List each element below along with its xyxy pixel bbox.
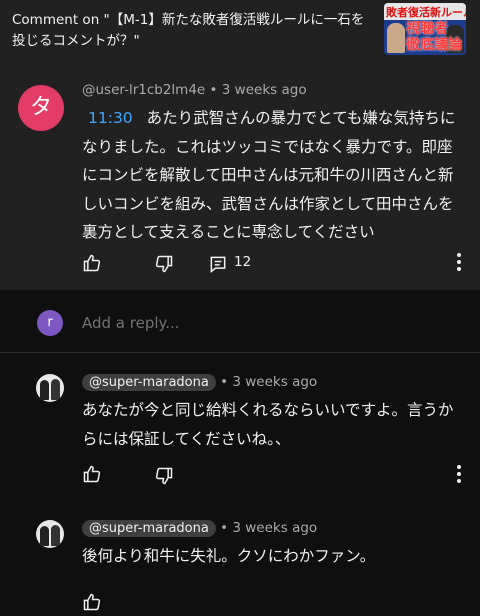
reply-author[interactable]: @super-maradona	[82, 374, 216, 391]
main-comment: タ @user-lr1cb2lm4e • 3 weeks ago 11:30 あた…	[0, 60, 480, 290]
avatar[interactable]	[36, 520, 64, 548]
reply-meta: @super-maradona • 3 weeks ago	[82, 374, 317, 391]
comment-time: 3 weeks ago	[221, 82, 307, 98]
comment-actions: 12	[82, 252, 472, 276]
reply-text: あなたが今と同じ給料くれるならいいですよ。言うからには保証してくださいね。、	[82, 401, 454, 448]
avatar: r	[37, 310, 63, 336]
avatar[interactable]: タ	[18, 85, 64, 131]
avatar[interactable]	[36, 374, 64, 402]
thumbs-up-icon[interactable]	[82, 253, 102, 273]
comment-header: Comment on "【M-1】新たな敗者復活戦ルールに一石を投じるコメントが…	[0, 0, 480, 60]
thumbs-up-icon[interactable]	[82, 464, 102, 484]
reply-time: 3 weeks ago	[232, 374, 318, 390]
comment-body: 11:30 あたり武智さんの暴力でとても嫌な気持ちになりました。これはツッコミでは…	[82, 104, 462, 247]
meta-separator: •	[220, 374, 233, 390]
thumbnail-main-text-1: 視聴者	[406, 21, 448, 37]
comment-meta: @user-lr1cb2lm4e • 3 weeks ago	[82, 82, 307, 98]
timestamp-link[interactable]: 11:30	[88, 109, 133, 127]
thumbnail-main-text: 視聴者 徹底議論	[406, 21, 462, 53]
thumbs-up-icon[interactable]	[82, 592, 102, 612]
add-reply-input[interactable]: Add a reply...	[82, 314, 180, 332]
reply-item: @super-maradona • 3 weeks ago あなたが今と同じ給料…	[0, 374, 480, 494]
reply-count[interactable]: 12	[234, 254, 251, 270]
thumbs-down-icon[interactable]	[154, 254, 174, 274]
reply-icon[interactable]	[208, 254, 228, 274]
header-title: Comment on "【M-1】新たな敗者復活戦ルールに一石を投じるコメントが…	[12, 12, 365, 49]
more-options-icon[interactable]	[456, 253, 462, 271]
divider	[0, 352, 480, 353]
reply-actions	[82, 464, 472, 488]
reply-box: r Add a reply...	[0, 300, 480, 350]
video-thumbnail[interactable]: 敗者復活新ルール 視聴者 徹底議論	[384, 3, 466, 55]
reply-time: 3 weeks ago	[232, 520, 318, 536]
thumbnail-main-text-2: 徹底議論	[406, 37, 462, 53]
thumbs-down-icon[interactable]	[154, 466, 174, 486]
thumbnail-person	[387, 23, 405, 53]
comment-text: あたり武智さんの暴力でとても嫌な気持ちになりました。これはツッコミではなく暴力で…	[82, 109, 456, 241]
meta-separator: •	[209, 82, 222, 98]
thumbnail-top-text: 敗者復活新ルール	[386, 6, 466, 19]
comment-author[interactable]: @user-lr1cb2lm4e	[82, 82, 205, 98]
reply-actions	[82, 592, 472, 616]
reply-meta: @super-maradona • 3 weeks ago	[82, 520, 317, 537]
reply-author[interactable]: @super-maradona	[82, 520, 216, 537]
reply-item: @super-maradona • 3 weeks ago 後何より和牛に失礼。…	[0, 520, 480, 611]
more-options-icon[interactable]	[456, 465, 462, 483]
reply-text: 後何より和牛に失礼。クソにわかファン。	[82, 547, 376, 565]
meta-separator: •	[220, 520, 233, 536]
